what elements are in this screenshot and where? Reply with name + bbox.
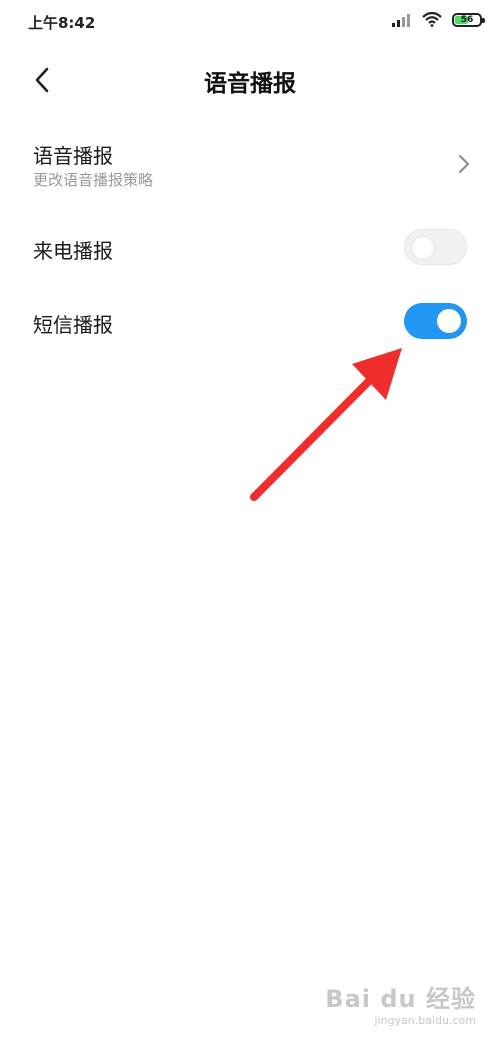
- call-broadcast-row: 来电播报: [0, 222, 500, 274]
- status-bar: 上午8:42 56: [0, 0, 500, 44]
- voice-broadcast-row[interactable]: 语音播报 更改语音播报策略: [0, 130, 500, 200]
- chevron-right-icon: [459, 155, 469, 173]
- sms-broadcast-toggle[interactable]: [404, 303, 467, 339]
- call-broadcast-toggle[interactable]: [404, 229, 467, 265]
- page-title: 语音播报: [204, 71, 296, 97]
- toggle-knob: [437, 309, 461, 333]
- voice-broadcast-title: 语音播报: [33, 144, 113, 168]
- voice-broadcast-subtitle: 更改语音播报策略: [33, 171, 154, 189]
- toggle-knob: [411, 236, 435, 260]
- status-time: 上午8:42: [28, 14, 96, 32]
- baidu-jingyan-watermark: Bai du 经验 jingyan.baidu.com: [325, 979, 476, 1027]
- battery-cap: [482, 17, 485, 23]
- call-broadcast-title: 来电播报: [33, 239, 113, 263]
- signal-icon: [392, 13, 410, 27]
- watermark-sub: jingyan.baidu.com: [374, 1014, 476, 1027]
- battery-level: 56: [460, 14, 474, 25]
- watermark-main: Bai du 经验: [325, 985, 476, 1013]
- status-icons: 56: [392, 12, 485, 27]
- battery-icon: 56: [452, 12, 485, 27]
- header: 语音播报: [0, 50, 500, 110]
- sms-broadcast-title: 短信播报: [33, 313, 113, 337]
- annotation-arrow-icon: [250, 348, 402, 501]
- wifi-icon: [422, 12, 442, 27]
